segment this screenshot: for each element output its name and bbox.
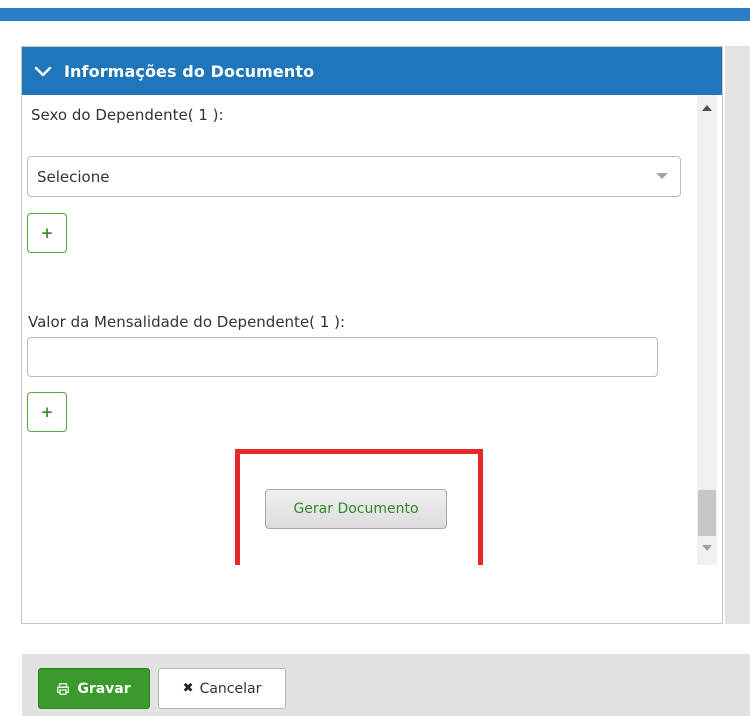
dependent-fee-label: Valor da Mensalidade do Dependente( 1 ): [28,313,346,331]
add-dependent-fee-button[interactable]: + [27,392,67,432]
side-panel-edge [725,46,750,624]
cancel-button-label: Cancelar [199,680,262,697]
dependent-fee-input[interactable] [27,337,658,377]
scrollbar-thumb[interactable] [698,490,716,536]
save-button-label: Gravar [77,680,131,697]
dependent-sex-label: Sexo do Dependente( 1 ): [31,106,224,124]
generate-document-button[interactable]: Gerar Documento [265,489,447,529]
select-value: Selecione [37,167,110,186]
add-dependent-sex-button[interactable]: + [27,213,67,253]
panel-scroll-area[interactable]: Sexo do Dependente( 1 ): Selecione + Val… [22,95,722,565]
top-header-bar [0,0,750,21]
scroll-down-icon[interactable] [702,545,712,551]
panel-title: Informações do Documento [64,61,315,81]
dependent-sex-select[interactable]: Selecione [27,156,681,197]
panel-header[interactable]: Informações do Documento [22,47,722,95]
footer-action-bar: Gravar ✖ Cancelar [22,654,750,716]
scroll-up-icon[interactable] [702,105,712,111]
cancel-button[interactable]: ✖ Cancelar [158,668,286,709]
close-icon: ✖ [182,681,194,696]
chevron-down-icon [34,66,52,77]
printer-icon [57,682,70,695]
document-info-panel: Informações do Documento Sexo do Depende… [21,46,723,624]
vertical-scrollbar[interactable] [697,95,717,565]
save-button[interactable]: Gravar [38,668,150,709]
dropdown-caret-icon [656,173,668,179]
top-header-stripe [0,8,750,21]
